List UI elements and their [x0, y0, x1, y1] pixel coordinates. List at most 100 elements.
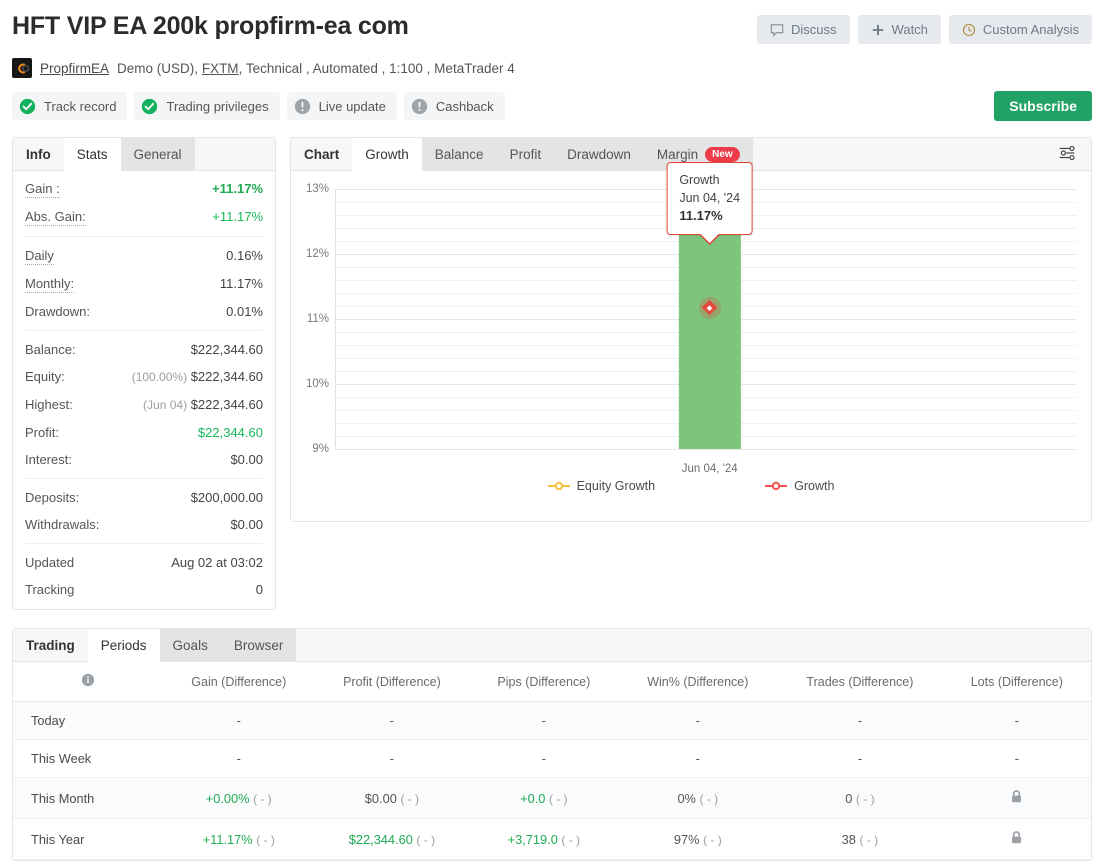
info-icon[interactable]: [81, 673, 95, 690]
stat-label: Interest:: [25, 452, 72, 467]
tab-growth[interactable]: Growth: [352, 138, 422, 171]
cell-lots: [942, 777, 1091, 819]
chart-settings-button[interactable]: [1049, 138, 1085, 170]
tab-info[interactable]: Info: [13, 138, 64, 170]
stat-label[interactable]: Monthly:: [25, 275, 75, 293]
cell-diff: ( - ): [703, 832, 722, 847]
cell-trades: 0 ( - ): [777, 777, 943, 819]
stats-card: Info Stats General Gain : +11.17% Abs. G…: [12, 137, 276, 610]
x-tick-label: Jun 04, '24: [681, 463, 738, 475]
broker-info-row: PropfirmEA Demo (USD), FXTM, Technical ,…: [12, 58, 1092, 78]
broker-name-link[interactable]: PropfirmEA: [40, 61, 109, 76]
broker-logo-icon: [12, 58, 32, 78]
tab-margin-label: Margin: [656, 146, 699, 162]
watch-button[interactable]: Watch: [857, 15, 941, 44]
stat-row-monthly: Monthly: 11.17%: [25, 270, 263, 298]
cell-profit: -: [314, 739, 470, 778]
custom-analysis-label: Custom Analysis: [982, 22, 1079, 37]
watch-label: Watch: [891, 22, 928, 37]
tab-browser[interactable]: Browser: [220, 629, 297, 661]
tab-profit[interactable]: Profit: [496, 138, 555, 170]
legend-marker-growth: [765, 481, 788, 491]
cell-profit: -: [314, 701, 470, 740]
sliders-icon: [1057, 143, 1077, 166]
status-badge-cashback[interactable]: Cashback: [403, 92, 505, 120]
cell-value: 0%: [677, 790, 696, 806]
row-period-label: This Week: [13, 739, 163, 778]
stat-value: $222,344.60: [190, 342, 263, 357]
stat-value: $200,000.00: [190, 490, 263, 505]
table-row: This Month +0.00% ( - ) $0.00 ( - ) +0.0…: [13, 777, 1091, 819]
discuss-button[interactable]: Discuss: [757, 15, 850, 44]
stat-row-equity: Equity: (100.00%) $222,344.60: [25, 363, 263, 391]
cell-trades: -: [777, 701, 943, 740]
stat-label[interactable]: Gain :: [25, 180, 60, 198]
tab-general[interactable]: General: [120, 138, 195, 170]
chart-legend: Equity Growth Growth: [291, 479, 1091, 493]
stat-label[interactable]: Daily: [25, 247, 54, 265]
stat-value: $0.00: [230, 517, 263, 532]
column-header-pips: Pips (Difference): [469, 662, 619, 702]
cell-diff: ( - ): [859, 832, 879, 847]
lock-icon[interactable]: [1010, 790, 1023, 807]
cell-diff: ( - ): [400, 791, 420, 806]
stat-label: Tracking: [25, 582, 75, 597]
stat-value: $222,344.60: [190, 397, 263, 412]
broker-meta-rest: , Technical , Automated , 1:100 , MetaTr…: [238, 60, 515, 76]
cell-pips: +3,719.0 ( - ): [469, 818, 619, 860]
stat-row-abs-gain: Abs. Gain: +11.17%: [25, 203, 263, 231]
tab-balance[interactable]: Balance: [421, 138, 497, 170]
periods-table-body: Today - - - - - - This Week - - - - - -: [13, 701, 1091, 860]
stat-value: 0.16%: [226, 248, 263, 263]
cell-trades: -: [777, 739, 943, 778]
custom-analysis-button[interactable]: Custom Analysis: [948, 15, 1092, 44]
cell-gain: +0.00% ( - ): [163, 777, 315, 819]
tab-chart[interactable]: Chart: [291, 138, 352, 170]
column-header-win: Win% (Difference): [618, 662, 778, 702]
cell-value: +0.0: [520, 790, 546, 806]
check-circle-icon: [141, 98, 158, 115]
growth-chart: 13% 12% 11% 10% 9% Growth Jun 04, '24 11…: [291, 162, 1091, 521]
cell-pips: -: [469, 701, 619, 740]
status-badge-label: Live update: [318, 98, 386, 114]
chart-plot-area: 13% 12% 11% 10% 9% Growth Jun 04, '24 11…: [306, 162, 1077, 475]
y-tick-label: 9%: [312, 443, 329, 455]
broker-platform-link[interactable]: FXTM: [202, 61, 239, 76]
tab-drawdown[interactable]: Drawdown: [554, 138, 644, 170]
lock-icon[interactable]: [1010, 831, 1023, 848]
status-badge-label: Cashback: [435, 98, 494, 114]
cell-diff: ( - ): [855, 791, 875, 806]
divider: [25, 236, 263, 237]
growth-data-point[interactable]: [698, 296, 721, 319]
tab-periods[interactable]: Periods: [87, 629, 160, 662]
cell-gain: +11.17% ( - ): [163, 818, 315, 860]
table-row: This Week - - - - - -: [13, 739, 1091, 778]
stat-label[interactable]: Abs. Gain:: [25, 208, 86, 226]
new-badge: New: [705, 146, 740, 162]
y-tick-label: 12%: [305, 248, 329, 260]
legend-label: Growth: [794, 479, 835, 493]
tab-trading[interactable]: Trading: [13, 629, 88, 661]
legend-label: Equity Growth: [576, 479, 656, 493]
status-badge-trading-privileges[interactable]: Trading privileges: [134, 92, 280, 120]
cell-value: 97%: [673, 831, 700, 847]
cell-value: 0: [845, 790, 853, 806]
cell-profit: $0.00 ( - ): [314, 777, 470, 819]
table-row: This Year +11.17% ( - ) $22,344.60 ( - )…: [13, 818, 1091, 860]
legend-item-equity-growth[interactable]: Equity Growth: [547, 479, 656, 493]
stat-value: 0: [255, 582, 263, 597]
row-period-label: Today: [13, 701, 163, 740]
legend-item-growth[interactable]: Growth: [765, 479, 834, 493]
stat-row-gain: Gain : +11.17%: [25, 175, 263, 203]
cell-trades: 38 ( - ): [777, 818, 943, 860]
tab-stats[interactable]: Stats: [63, 138, 121, 171]
cell-value: +11.17%: [202, 831, 253, 847]
status-badge-live-update[interactable]: Live update: [286, 92, 397, 120]
tab-goals[interactable]: Goals: [159, 629, 221, 661]
stat-row-deposits: Deposits: $200,000.00: [25, 484, 263, 511]
subscribe-button[interactable]: Subscribe: [994, 91, 1092, 121]
stat-value: $0.00: [230, 452, 263, 467]
stat-value: Aug 02 at 03:02: [171, 555, 263, 570]
cell-profit: $22,344.60 ( - ): [314, 818, 470, 860]
status-badge-track-record[interactable]: Track record: [12, 92, 128, 120]
